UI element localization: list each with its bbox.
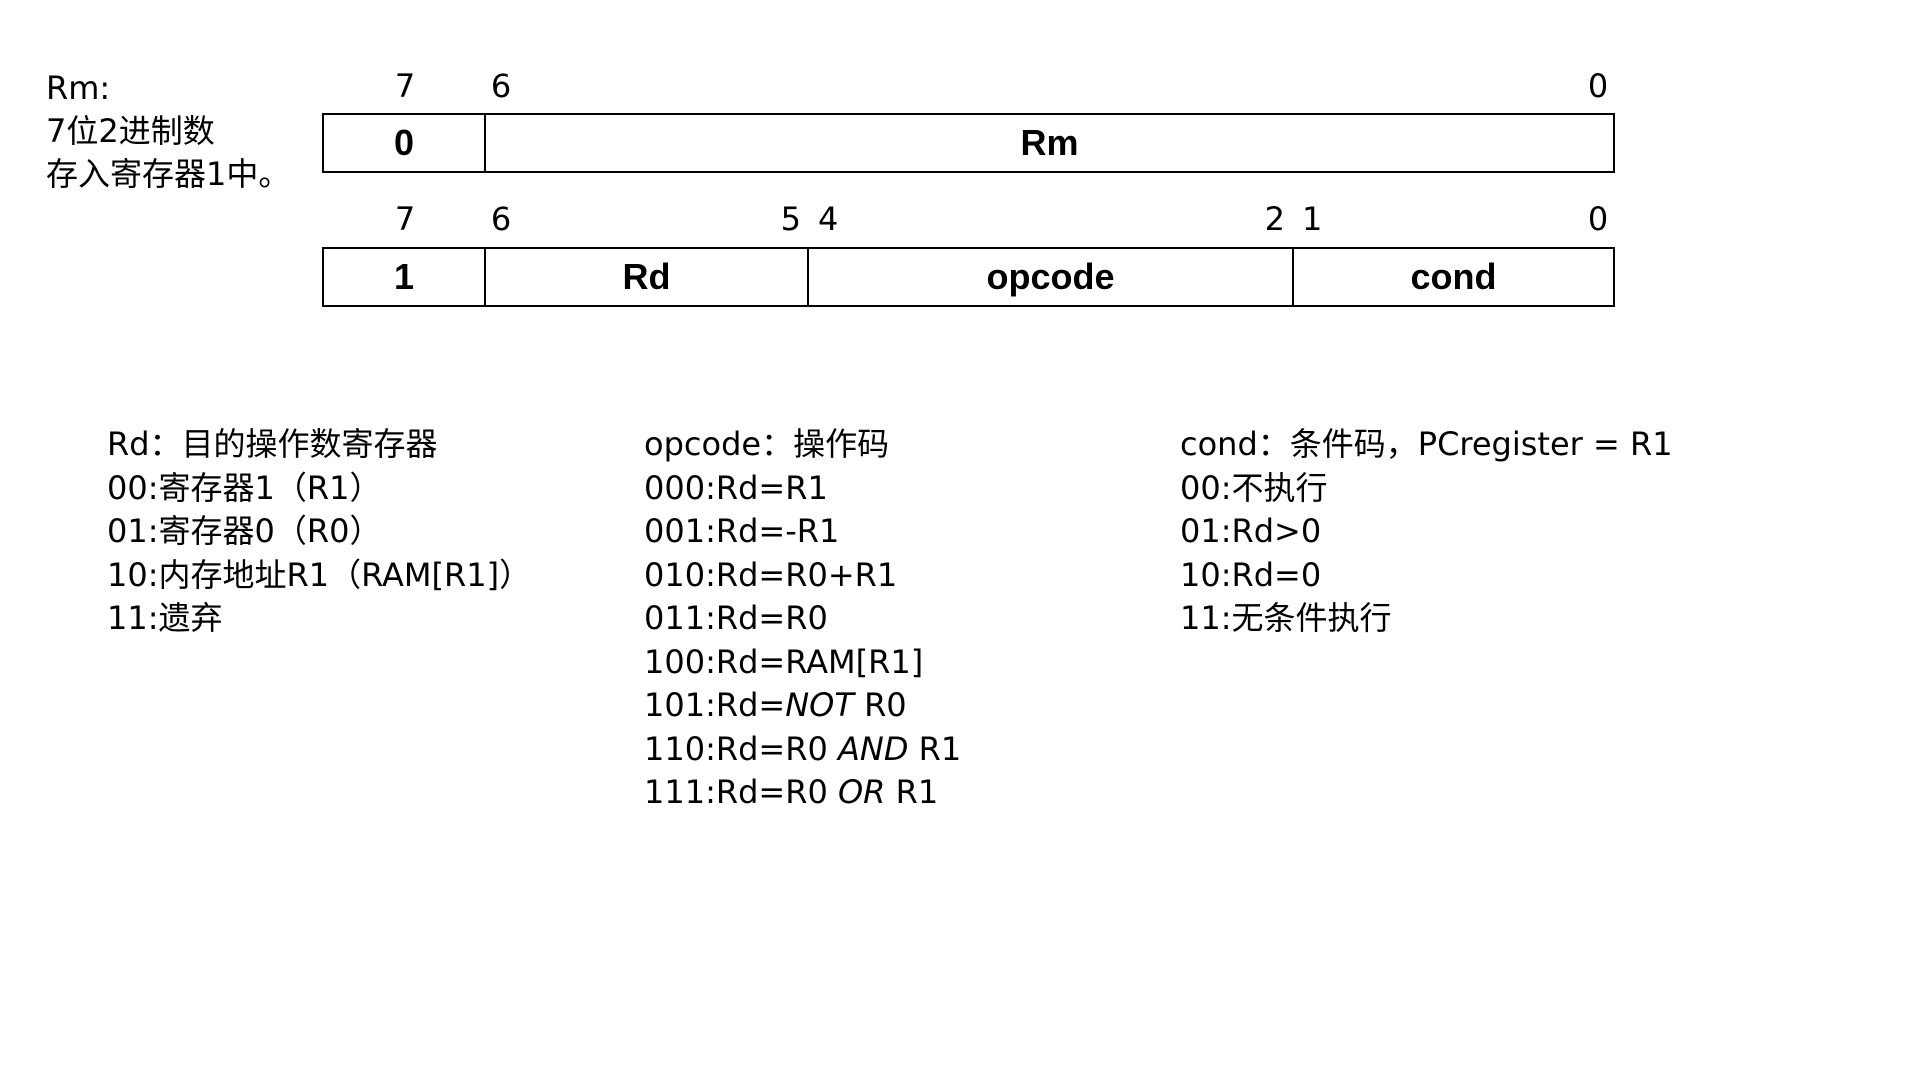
cond-legend-title: cond：条件码，PCregister = R1	[1180, 425, 1673, 463]
bit-number: 0	[1587, 67, 1609, 105]
field-bit7: 1	[324, 249, 486, 305]
rd-legend-title: Rd：目的操作数寄存器	[107, 425, 438, 463]
opcode-legend-item: 011:Rd=R0	[644, 599, 828, 637]
field-rm: Rm	[1020, 122, 1079, 163]
bit-number: 1	[1302, 200, 1323, 238]
cond-legend-item: 00:不执行	[1180, 468, 1328, 507]
field-bit7: 0	[324, 115, 486, 171]
field-cond: cond	[1410, 256, 1497, 297]
cond-legend-item: 01:Rd>0	[1180, 512, 1322, 550]
bit-number: 7	[394, 200, 416, 238]
field-opcode: opcode	[809, 249, 1294, 305]
opcode-legend-item: 100:Rd=RAM[R1]	[644, 642, 924, 681]
bit-number: 0	[1587, 200, 1609, 238]
rd-legend-item: 11:遗弃	[107, 599, 223, 637]
opcode-legend-item: 001:Rd=-R1	[644, 512, 840, 550]
opcode-legend-item: 111:Rd=R0 OR R1	[644, 773, 939, 811]
bit-number: 2	[1264, 200, 1285, 238]
opcode-legend-item: 101:Rd=NOT R0	[644, 686, 907, 724]
rd-legend-item: 10:内存地址R1（RAM[R1]）	[107, 555, 532, 594]
register-row-instruction: 1 Rd opcode cond	[322, 247, 1615, 307]
rd-legend: Rd：目的操作数寄存器 00:寄存器1（R1） 01:寄存器0（R0） 10:内…	[107, 423, 531, 641]
logic-operator: OR	[837, 773, 886, 811]
logic-operator: AND	[837, 729, 909, 768]
bit-number: 4	[818, 200, 839, 238]
opcode-legend: opcode：操作码 000:Rd=R1 001:Rd=-R1 010:Rd=R…	[644, 423, 961, 815]
cond-legend-item: 10:Rd=0	[1180, 555, 1322, 594]
field-rd: Rd	[486, 249, 809, 305]
bit-number: 5	[780, 200, 801, 238]
bit-number: 6	[490, 200, 512, 238]
rm-note-line: 存入寄存器1中。	[46, 155, 291, 193]
register-row-rm: 0 Rm	[322, 113, 1615, 173]
opcode-legend-item: 000:Rd=R1	[644, 468, 828, 507]
cond-legend: cond：条件码，PCregister = R1 00:不执行 01:Rd>0 …	[1180, 423, 1673, 641]
rm-note-line: Rm:	[46, 69, 111, 107]
bit-number: 7	[394, 67, 416, 105]
opcode-legend-item: 110:Rd=R0 AND R1	[644, 729, 962, 768]
bit-number: 6	[490, 67, 512, 105]
cond-legend-item: 11:无条件执行	[1180, 599, 1392, 637]
rd-legend-item: 01:寄存器0（R0）	[107, 512, 382, 550]
rd-legend-item: 00:寄存器1（R1）	[107, 468, 382, 507]
logic-operator: NOT	[785, 686, 854, 724]
opcode-legend-title: opcode：操作码	[644, 425, 890, 463]
opcode-legend-item: 010:Rd=R0+R1	[644, 555, 898, 594]
rm-note-line: 7位2进制数	[46, 112, 215, 150]
rm-note: Rm: 7位2进制数 存入寄存器1中。	[46, 67, 290, 196]
